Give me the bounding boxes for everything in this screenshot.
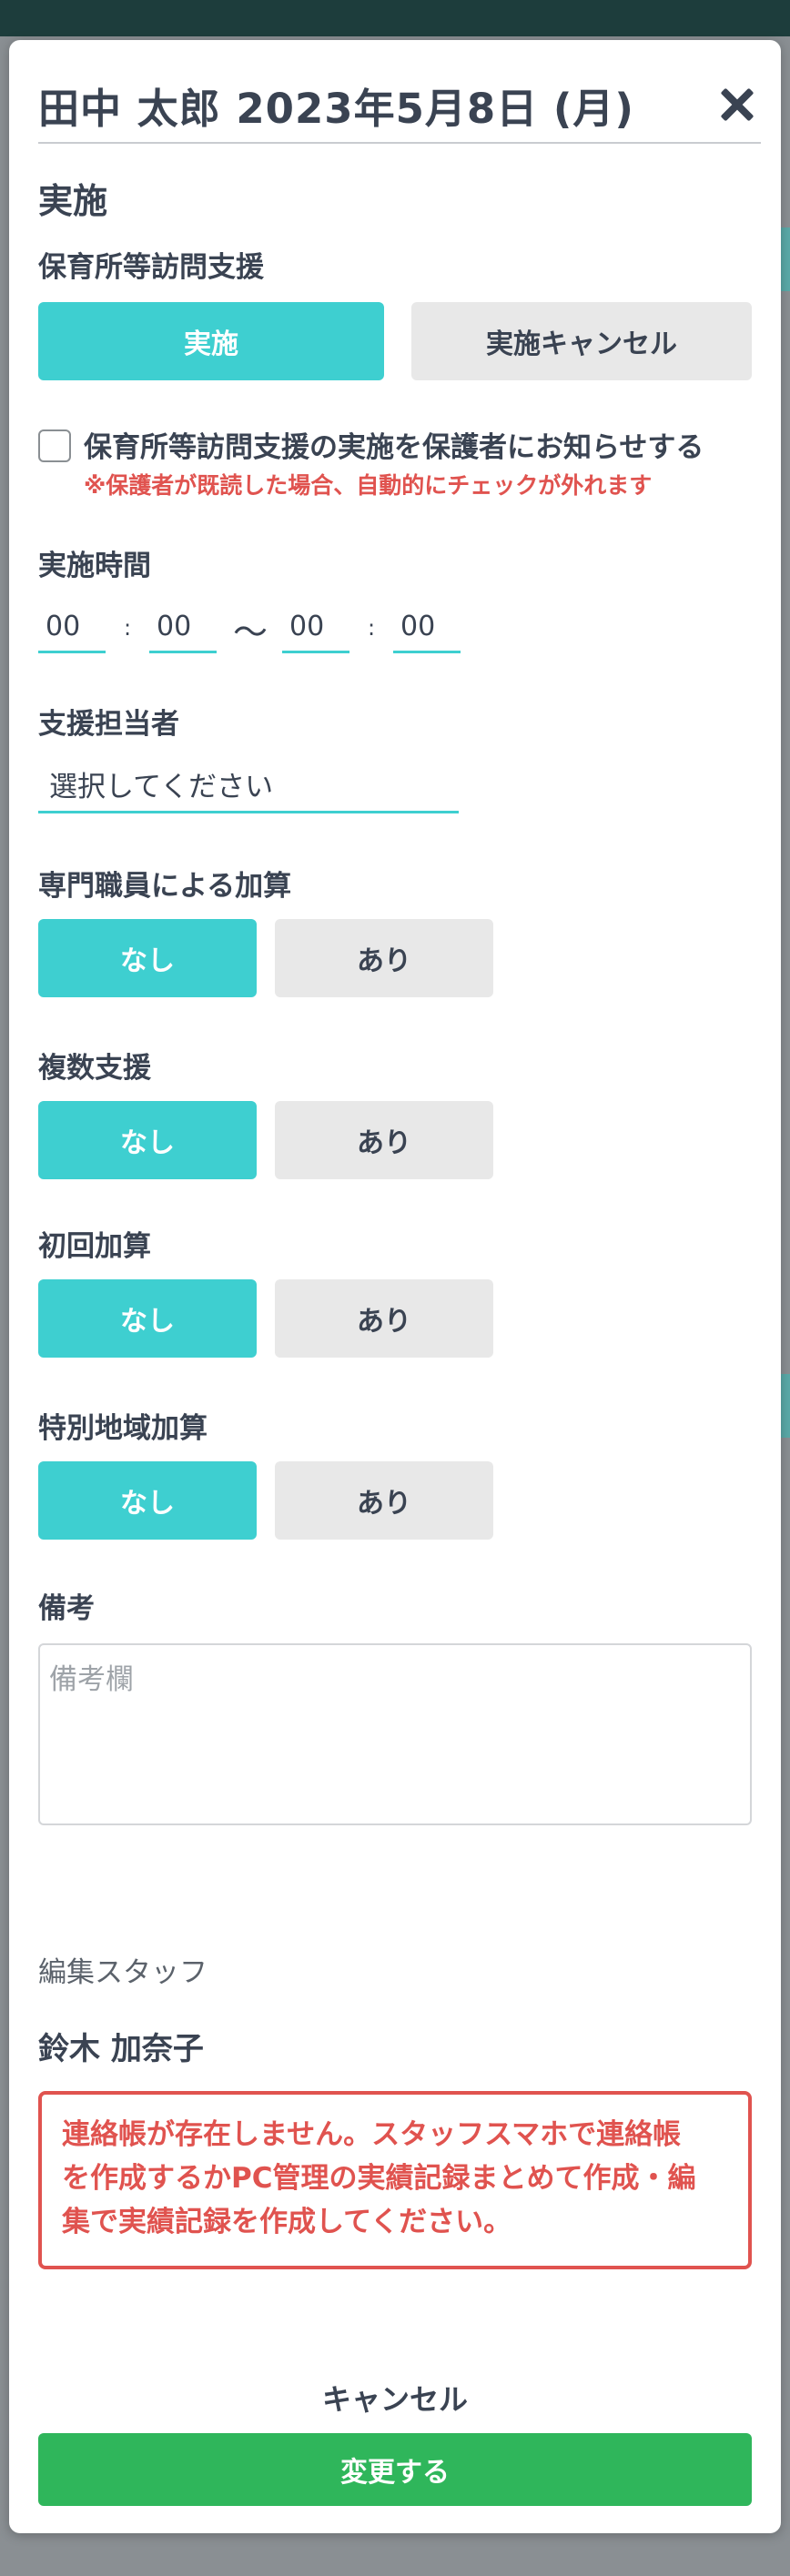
- time-label: 実施時間: [38, 550, 151, 582]
- multiple-support-yes-button[interactable]: あり: [275, 1101, 493, 1179]
- modal-title: 田中 太郎 2023年5月8日 (月): [38, 84, 634, 133]
- staff-select-label: 支援担当者: [38, 708, 179, 741]
- visit-support-label: 保育所等訪問支援: [38, 251, 264, 284]
- remarks-label: 備考: [38, 1592, 95, 1625]
- start-hour-input[interactable]: 00: [38, 602, 106, 653]
- specialist-addition-none-button[interactable]: なし: [38, 919, 257, 997]
- end-minute-input[interactable]: 00: [393, 602, 461, 653]
- remarks-textarea[interactable]: 備考欄: [38, 1643, 752, 1825]
- first-visit-addition-label: 初回加算: [38, 1230, 151, 1263]
- specialist-addition-yes-button[interactable]: あり: [275, 919, 493, 997]
- time-colon: :: [368, 615, 376, 641]
- start-minute-input[interactable]: 00: [149, 602, 217, 653]
- modal-header: 田中 太郎 2023年5月8日 (月): [38, 67, 761, 144]
- multiple-support-label: 複数支援: [38, 1052, 151, 1085]
- notify-guardian-note: ※保護者が既読した場合、自動的にチェックが外れます: [84, 472, 653, 499]
- special-area-addition-yes-button[interactable]: あり: [275, 1461, 493, 1540]
- editor-staff-label: 編集スタッフ: [38, 1956, 208, 1989]
- no-contact-book-alert: 連絡帳が存在しません。スタッフスマホで連絡帳 を作成するかPC管理の実績記録まと…: [38, 2091, 752, 2269]
- time-colon: :: [124, 615, 132, 641]
- staff-select[interactable]: 選択してください: [38, 757, 459, 813]
- specialist-addition-label: 専門職員による加算: [38, 870, 292, 903]
- end-hour-input[interactable]: 00: [282, 602, 349, 653]
- special-area-addition-label: 特別地域加算: [38, 1412, 208, 1445]
- alert-line: 連絡帳が存在しません。スタッフスマホで連絡帳: [62, 2118, 682, 2151]
- special-area-addition-none-button[interactable]: なし: [38, 1461, 257, 1540]
- section-heading: 実施: [38, 181, 108, 221]
- alert-line: を作成するかPC管理の実績記録まとめて作成・編: [62, 2162, 696, 2195]
- first-visit-addition-none-button[interactable]: なし: [38, 1279, 257, 1358]
- first-visit-addition-yes-button[interactable]: あり: [275, 1279, 493, 1358]
- notify-guardian-checkbox[interactable]: [38, 429, 71, 462]
- multiple-support-none-button[interactable]: なし: [38, 1101, 257, 1179]
- implement-cancel-button[interactable]: 実施キャンセル: [411, 302, 752, 380]
- time-range-separator: 〜: [233, 612, 268, 652]
- close-icon[interactable]: [715, 83, 759, 126]
- editor-staff-name: 鈴木 加奈子: [38, 2031, 204, 2067]
- implement-button[interactable]: 実施: [38, 302, 384, 380]
- notify-guardian-label: 保育所等訪問支援の実施を保護者にお知らせする: [84, 431, 704, 464]
- cancel-button[interactable]: キャンセル: [9, 2377, 781, 2419]
- alert-line: 集で実績記録を作成してください。: [62, 2206, 512, 2238]
- edit-modal: 田中 太郎 2023年5月8日 (月) 実施 保育所等訪問支援 実施 実施キャン…: [9, 40, 781, 2533]
- submit-change-button[interactable]: 変更する: [38, 2433, 752, 2506]
